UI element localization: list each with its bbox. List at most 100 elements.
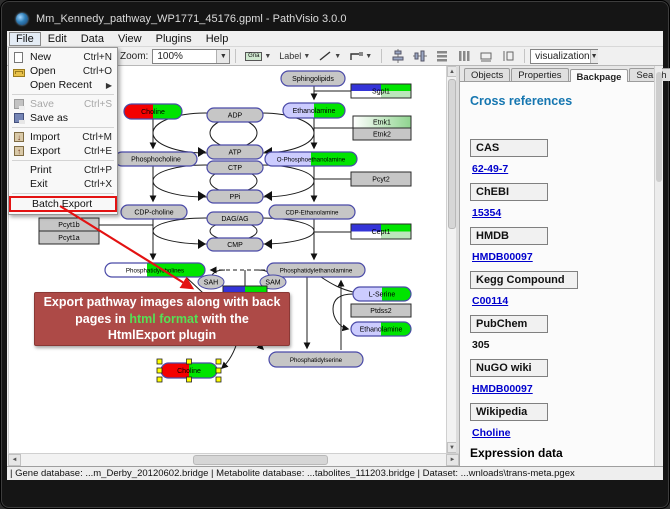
chevron-down-icon[interactable]: ▼ <box>264 53 271 60</box>
align-center-y-button[interactable] <box>411 48 429 64</box>
chevron-down-icon[interactable]: ▼ <box>334 53 341 60</box>
connector-tool-button[interactable]: ▼ <box>347 48 374 64</box>
selection-handle[interactable] <box>187 359 192 364</box>
selection-handle[interactable] <box>216 359 221 364</box>
scrollbar-thumb[interactable] <box>193 455 328 465</box>
pathway-node-sgpl1[interactable]: Sgpl1 <box>351 84 411 98</box>
pathway-node-atp[interactable]: ATP <box>207 145 263 159</box>
label-tool-button[interactable]: Label ▼ <box>277 48 312 64</box>
backpage-content: Cross references CAS62-49-7ChEBI15354HMD… <box>460 82 654 460</box>
menubar-item-file[interactable]: File <box>9 32 41 46</box>
pathway-node-phosphatidylcholines[interactable]: Phosphatidylcholines <box>105 263 205 277</box>
pathway-node-ppi[interactable]: PPi <box>207 190 263 203</box>
menu-item-save-as[interactable]: Save as <box>9 111 117 125</box>
title-bar[interactable]: Mm_Kennedy_pathway_WP1771_45176.gpml - P… <box>7 7 663 31</box>
crossref-link[interactable]: HMDB00097 <box>472 251 644 263</box>
menu-item-new[interactable]: NewCtrl+N <box>9 50 117 64</box>
selection-handle[interactable] <box>157 359 162 364</box>
scrollbar-thumb[interactable] <box>448 79 456 229</box>
menubar-item-edit[interactable]: Edit <box>41 32 74 46</box>
menu-item-import[interactable]: ↓ImportCtrl+M <box>9 130 117 144</box>
pathway-node-sphingolipids[interactable]: Sphingolipids <box>281 71 345 86</box>
visualization-combobox[interactable]: visualization ▼ <box>530 49 598 64</box>
backpage-section-chebi: ChEBI15354 <box>470 182 644 219</box>
pathway-node-pcyt1b[interactable]: Pcyt1b <box>39 218 99 231</box>
menubar-item-plugins[interactable]: Plugins <box>149 32 199 46</box>
selection-handle[interactable] <box>187 377 192 382</box>
menu-item-open[interactable]: OpenCtrl+O <box>9 64 117 78</box>
canvas-horizontal-scrollbar[interactable]: ◄ ► <box>8 453 459 466</box>
side-panel-tabs: ObjectsPropertiesBackpageSearchLegend <box>460 66 654 82</box>
menubar-item-help[interactable]: Help <box>199 32 236 46</box>
align-center-x-button[interactable] <box>389 48 407 64</box>
selection-handle[interactable] <box>216 368 221 373</box>
panel-scrollbar[interactable] <box>654 66 662 480</box>
menu-item-export[interactable]: ↑ExportCtrl+E <box>9 144 117 158</box>
stack-horizontal-button[interactable] <box>455 48 473 64</box>
pathway-node-pcyt1a[interactable]: Pcyt1a <box>39 231 99 244</box>
selection-handle[interactable] <box>216 377 221 382</box>
canvas-vertical-scrollbar[interactable]: ▲ ▼ <box>446 66 456 453</box>
tab-search[interactable]: Search <box>629 68 670 81</box>
pathway-node-phosphocholine[interactable]: Phosphocholine <box>115 152 197 166</box>
line-tool-button[interactable]: ▼ <box>316 48 343 64</box>
arrowhead <box>264 191 272 201</box>
menubar-item-data[interactable]: Data <box>74 32 111 46</box>
tab-backpage[interactable]: Backpage <box>570 69 629 82</box>
chevron-down-icon[interactable]: ▼ <box>365 53 372 60</box>
pathway-node-phosphatidylethanolamine[interactable]: Phosphatidylethanolamine <box>267 263 365 277</box>
pathway-node-cdp-ethanolamine[interactable]: CDP-Ethanolamine <box>269 205 355 219</box>
selection-handle[interactable] <box>157 377 162 382</box>
common-width-button[interactable] <box>477 48 495 64</box>
pathway-node-etnk1[interactable]: Etnk1 <box>353 116 411 128</box>
backpage-section-hmdb: HMDBHMDB00097 <box>470 226 644 263</box>
menu-item-shortcut: Ctrl+M <box>82 132 112 143</box>
common-height-button[interactable] <box>499 48 517 64</box>
crossref-link[interactable]: 15354 <box>472 207 644 219</box>
pathway-node-pcyt2[interactable]: Pcyt2 <box>351 172 411 186</box>
scrollbar-thumb[interactable] <box>656 72 662 182</box>
crossref-link[interactable]: HMDB00097 <box>472 383 644 395</box>
chevron-down-icon[interactable]: ▼ <box>216 50 229 63</box>
pathway-node-ctp[interactable]: CTP <box>207 161 263 174</box>
menu-separator <box>12 127 114 128</box>
crossref-link[interactable]: C00114 <box>472 295 644 307</box>
chevron-down-icon[interactable]: ▼ <box>590 50 598 63</box>
backpage-title: Cross references <box>470 94 644 108</box>
crossref-value: 305 <box>472 339 644 351</box>
menu-item-open-recent[interactable]: Open Recent▶ <box>9 78 117 92</box>
crossref-link[interactable]: Choline <box>472 427 644 439</box>
crossref-link[interactable]: 62-49-7 <box>472 163 644 175</box>
scroll-right-icon[interactable]: ► <box>446 454 459 466</box>
tab-objects[interactable]: Objects <box>464 68 510 81</box>
menubar-item-view[interactable]: View <box>111 32 149 46</box>
menu-item-print[interactable]: PrintCtrl+P <box>9 163 117 177</box>
chevron-down-icon[interactable]: ▼ <box>303 53 310 60</box>
zoom-combobox[interactable]: 100% ▼ <box>152 49 230 64</box>
pathway-node-choline-selected[interactable]: Choline <box>157 359 221 382</box>
pathway-node-ethanolamine-1[interactable]: Ethanolamine <box>283 103 345 118</box>
menu-separator <box>12 160 114 161</box>
pathway-node-ptdss2[interactable]: Ptdss2 <box>351 304 411 317</box>
stack-vertical-button[interactable] <box>433 48 451 64</box>
selection-handle[interactable] <box>157 368 162 373</box>
pathway-node-o-phosphoethanolamine[interactable]: O-Phosphoethanolamine <box>265 152 357 166</box>
menu-item-save[interactable]: SaveCtrl+S <box>9 97 117 111</box>
pathway-node-cmp[interactable]: CMP <box>207 238 263 251</box>
menu-item-exit[interactable]: ExitCtrl+X <box>9 177 117 191</box>
pathway-node-cept1[interactable]: Cept1 <box>351 224 411 239</box>
pathway-node-l-serine[interactable]: L-Serine <box>353 287 411 301</box>
menu-item-batch-export[interactable]: Batch Export <box>9 196 117 212</box>
datanode-tool-button[interactable]: Gna ▼ <box>243 48 273 64</box>
pathway-node-adp[interactable]: ADP <box>207 108 263 122</box>
tab-properties[interactable]: Properties <box>511 68 568 81</box>
scroll-left-icon[interactable]: ◄ <box>8 454 21 466</box>
pathway-node-phosphatidylserine[interactable]: Phosphatidylserine <box>269 352 363 367</box>
pathway-node-ethanolamine-2[interactable]: Ethanolamine <box>351 322 411 336</box>
pathway-node-dag-ag[interactable]: DAG/AG <box>207 212 263 225</box>
pathway-node-etnk2[interactable]: Etnk2 <box>353 128 411 140</box>
pathway-node-sah[interactable]: SAH <box>198 275 224 289</box>
pathway-node-cdp-choline[interactable]: CDP-choline <box>121 205 187 219</box>
annotation-callout: Export pathway images along with back pa… <box>34 292 290 346</box>
pathway-node-choline-top[interactable]: Choline <box>124 104 182 119</box>
